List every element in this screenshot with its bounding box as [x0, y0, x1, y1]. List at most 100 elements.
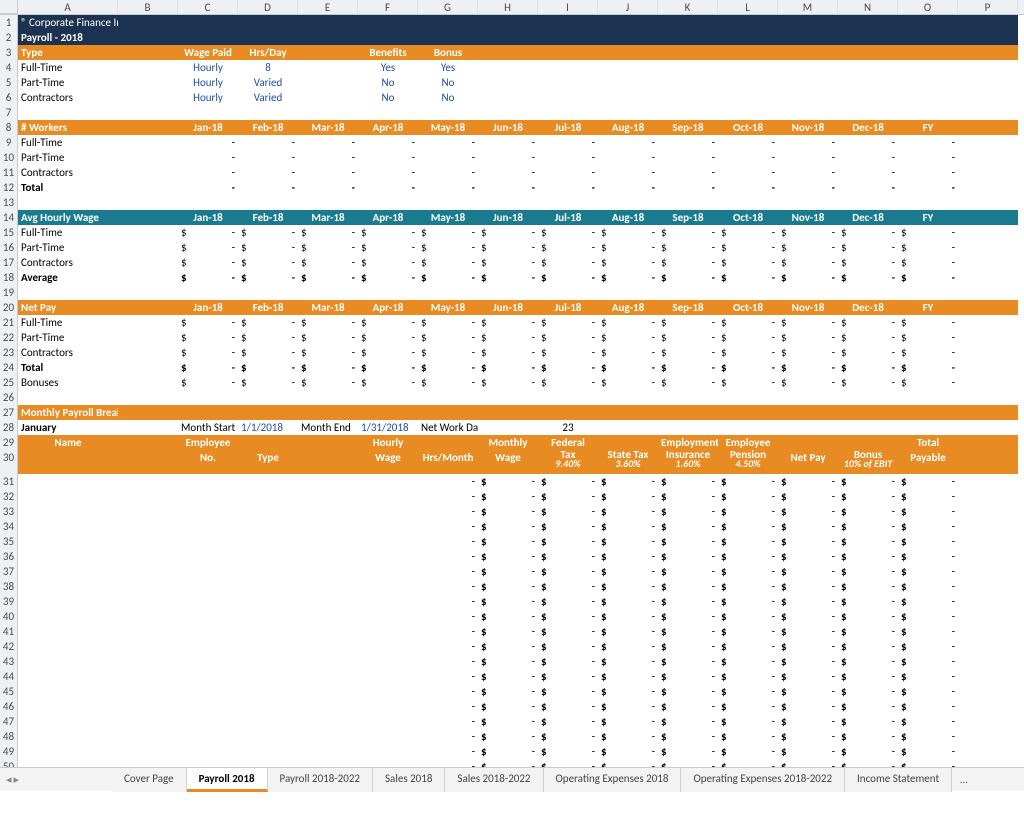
- cell[interactable]: Month Start: [178, 420, 238, 435]
- cell[interactable]: $-: [718, 639, 778, 654]
- cell[interactable]: Mar-18: [298, 210, 358, 225]
- cell[interactable]: $-: [538, 489, 598, 504]
- cell[interactable]: [958, 405, 1018, 420]
- row-hdr[interactable]: 38: [0, 579, 18, 594]
- cell[interactable]: $-: [778, 744, 838, 759]
- cell[interactable]: $-: [838, 255, 898, 270]
- cell[interactable]: [178, 534, 238, 549]
- cell[interactable]: $-: [838, 549, 898, 564]
- cell[interactable]: $-: [718, 624, 778, 639]
- row-hdr[interactable]: 34: [0, 519, 18, 534]
- cell[interactable]: [958, 240, 1018, 255]
- cell[interactable]: [838, 105, 898, 120]
- cell[interactable]: -: [478, 180, 538, 195]
- cell[interactable]: Varied: [238, 90, 298, 105]
- cell[interactable]: $-: [478, 579, 538, 594]
- row[interactable]: 38-$-$-$-$-$-$-$-$-: [0, 579, 1024, 594]
- cell[interactable]: [478, 420, 538, 435]
- cell[interactable]: $-: [298, 255, 358, 270]
- cell[interactable]: Monthly: [478, 435, 538, 450]
- cell[interactable]: $-: [718, 534, 778, 549]
- cell[interactable]: [958, 744, 1018, 759]
- cell[interactable]: [958, 534, 1018, 549]
- cell[interactable]: [358, 729, 418, 744]
- cell[interactable]: -: [598, 165, 658, 180]
- cell[interactable]: [298, 639, 358, 654]
- cell[interactable]: [358, 195, 418, 210]
- cell[interactable]: Hrs/Day: [238, 45, 298, 60]
- cell[interactable]: [418, 435, 478, 450]
- row[interactable]: 22Part-Time$-$-$-$-$-$-$-$-$-$-$-$-$-: [0, 330, 1024, 345]
- cell[interactable]: [118, 300, 178, 315]
- cell[interactable]: $-: [538, 699, 598, 714]
- tab-overflow-icon[interactable]: …: [952, 769, 976, 790]
- row-hdr[interactable]: 39: [0, 594, 18, 609]
- cell[interactable]: Feb-18: [238, 120, 298, 135]
- cell[interactable]: [418, 105, 478, 120]
- cell[interactable]: $-: [478, 375, 538, 390]
- cell[interactable]: ® Corporate Finance Institute®. All righ…: [18, 15, 118, 30]
- cell[interactable]: [718, 195, 778, 210]
- cell[interactable]: [238, 714, 298, 729]
- cell[interactable]: [838, 30, 898, 45]
- cell[interactable]: No: [418, 75, 478, 90]
- cell[interactable]: $-: [598, 240, 658, 255]
- cell[interactable]: [718, 285, 778, 300]
- cell[interactable]: [118, 105, 178, 120]
- cell[interactable]: $-: [838, 330, 898, 345]
- cell[interactable]: [598, 90, 658, 105]
- cell[interactable]: $-: [838, 714, 898, 729]
- cell[interactable]: [178, 609, 238, 624]
- cell[interactable]: $-: [718, 609, 778, 624]
- row[interactable]: 1® Corporate Finance Institute®. All rig…: [0, 15, 1024, 30]
- cell[interactable]: -: [178, 150, 238, 165]
- cell[interactable]: $-: [658, 270, 718, 285]
- cell[interactable]: -: [778, 150, 838, 165]
- cell[interactable]: [298, 564, 358, 579]
- row-hdr[interactable]: 22: [0, 330, 18, 345]
- cell[interactable]: $-: [238, 225, 298, 240]
- cell[interactable]: $-: [238, 240, 298, 255]
- cell[interactable]: Jul-18: [538, 120, 598, 135]
- cell[interactable]: FY: [898, 120, 958, 135]
- cell[interactable]: -: [418, 729, 478, 744]
- cell[interactable]: -: [838, 150, 898, 165]
- cell[interactable]: [598, 105, 658, 120]
- row[interactable]: 6ContractorsHourlyVariedNoNo: [0, 90, 1024, 105]
- cell[interactable]: $-: [898, 225, 958, 240]
- row[interactable]: 4Full-TimeHourly8YesYes: [0, 60, 1024, 75]
- cell[interactable]: $-: [658, 474, 718, 489]
- cell[interactable]: $-: [598, 255, 658, 270]
- cell[interactable]: $-: [778, 609, 838, 624]
- cell[interactable]: $-: [778, 714, 838, 729]
- cell[interactable]: [358, 714, 418, 729]
- cell[interactable]: $-: [718, 549, 778, 564]
- cell[interactable]: $-: [778, 594, 838, 609]
- cell[interactable]: $-: [778, 474, 838, 489]
- cell[interactable]: Varied: [238, 75, 298, 90]
- cell[interactable]: $-: [538, 534, 598, 549]
- cell[interactable]: Aug-18: [598, 120, 658, 135]
- row[interactable]: 18Average$-$-$-$-$-$-$-$-$-$-$-$-$-: [0, 270, 1024, 285]
- cell[interactable]: $-: [538, 624, 598, 639]
- cell[interactable]: [778, 390, 838, 405]
- cell[interactable]: $-: [478, 714, 538, 729]
- cell[interactable]: $-: [838, 489, 898, 504]
- cell[interactable]: [958, 699, 1018, 714]
- row[interactable]: 5Part-TimeHourlyVariedNoNo: [0, 75, 1024, 90]
- cell[interactable]: $-: [778, 315, 838, 330]
- cell[interactable]: $-: [538, 579, 598, 594]
- cell[interactable]: [18, 684, 118, 699]
- cell[interactable]: -: [298, 135, 358, 150]
- cell[interactable]: [298, 624, 358, 639]
- cell[interactable]: [658, 15, 718, 30]
- cell[interactable]: Benefits: [358, 45, 418, 60]
- col-hdr-I[interactable]: I: [538, 0, 598, 14]
- cell[interactable]: $-: [598, 729, 658, 744]
- cell[interactable]: [118, 210, 178, 225]
- cell[interactable]: [658, 90, 718, 105]
- cell[interactable]: [598, 30, 658, 45]
- cell[interactable]: [178, 594, 238, 609]
- cell[interactable]: $-: [538, 240, 598, 255]
- cell[interactable]: Hourly: [178, 90, 238, 105]
